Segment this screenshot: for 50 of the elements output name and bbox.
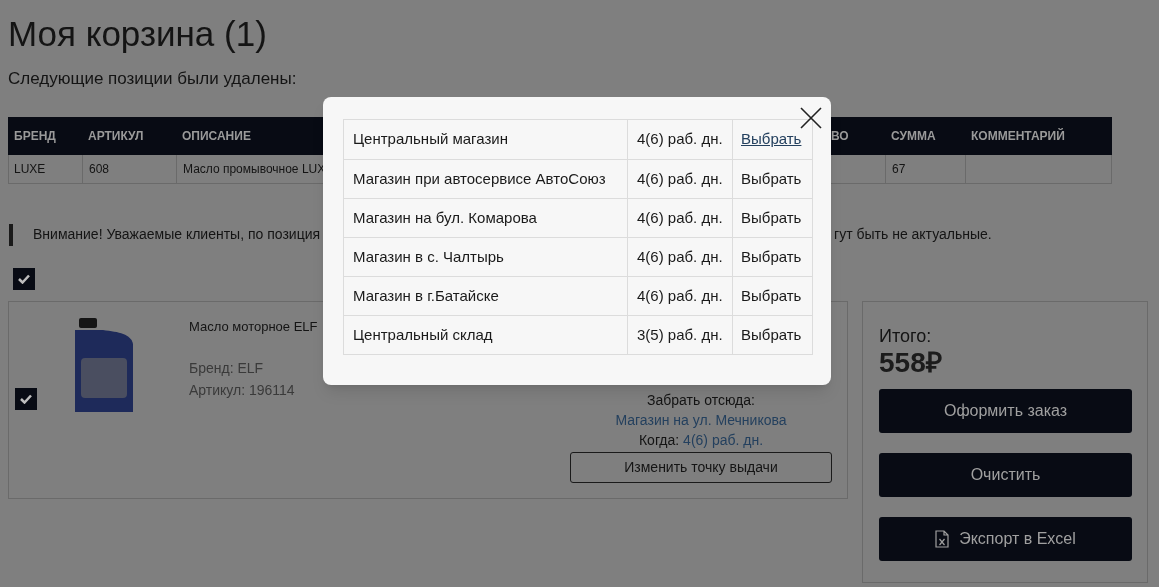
close-icon[interactable] [800,107,822,129]
spreadsheet-file-icon [935,529,950,548]
select-store-link[interactable]: Выбрать [741,245,802,269]
warning-bar [9,223,13,246]
select-store-link[interactable]: Выбрать [741,128,802,151]
delivery-days: 4(6) раб. дн. [637,245,723,269]
column-header: АРТИКУЛ [87,127,144,145]
select-store-link[interactable]: Выбрать [741,284,802,308]
checkbox[interactable] [15,387,37,410]
store-name: Магазин в с. Чалтырь [353,246,504,267]
delivery-days: 4(6) раб. дн. [637,167,723,191]
delivery-days: 4(6) раб. дн. [637,128,723,151]
checkbox[interactable] [13,267,35,290]
delivery-days: 4(6) раб. дн. [637,284,723,308]
total-amount: 558₽ [879,346,942,379]
store-name: Центральный магазин [353,129,508,150]
summary-button[interactable]: Экспорт в Excel [879,516,1132,561]
column-header: ВО [831,127,849,145]
store-name: Магазин на бул. Комарова [353,207,537,228]
select-store-link[interactable]: Выбрать [741,167,802,191]
summary-button[interactable]: Очистить [879,452,1132,497]
checkmark-icon [20,393,32,404]
store-name: Магазин в г.Батайске [353,285,499,306]
table-cell-text: 67 [892,160,906,178]
table-cell-text: 608 [89,160,110,178]
column-header: КОММЕНТАРИЙ [970,127,1065,145]
when-label: Когда: [638,431,680,448]
when-value: 4(6) раб. дн. [683,431,764,448]
page-title: Моя корзина (1) [8,13,267,55]
warning-text: гут быть не актуальные. [834,225,992,244]
column-header: БРЕНД [13,127,56,145]
select-store-link[interactable]: Выбрать [741,206,802,230]
delivery-days: 3(5) раб. дн. [637,323,723,347]
store-name: Магазин при автосервисе АвтоСоюз [353,168,606,189]
removed-notice: Следующие позиции были удалены: [8,68,297,90]
product-brand: Бренд: ELF [189,359,264,378]
column-header: СУММА [890,127,936,145]
change-pickup-button[interactable]: Изменить точку выдачи [570,451,832,483]
column-header: ОПИСАНИЕ [181,127,251,145]
select-store-link[interactable]: Выбрать [741,323,802,347]
product-name: Масло моторное ELF [189,317,318,336]
store-name: Центральный склад [353,324,493,345]
product-article: Артикул: 196114 [189,381,295,400]
warning-text: Внимание! Уважаемые клиенты, по позиция [33,225,321,244]
pickup-label: Забрать отсюда: [647,390,755,410]
summary-button[interactable]: Оформить заказ [879,388,1132,433]
table-cell-text: LUXE [14,160,46,178]
total-label: Итого: [879,324,932,347]
checkmark-icon [18,273,30,284]
delivery-days: 4(6) раб. дн. [637,206,723,230]
